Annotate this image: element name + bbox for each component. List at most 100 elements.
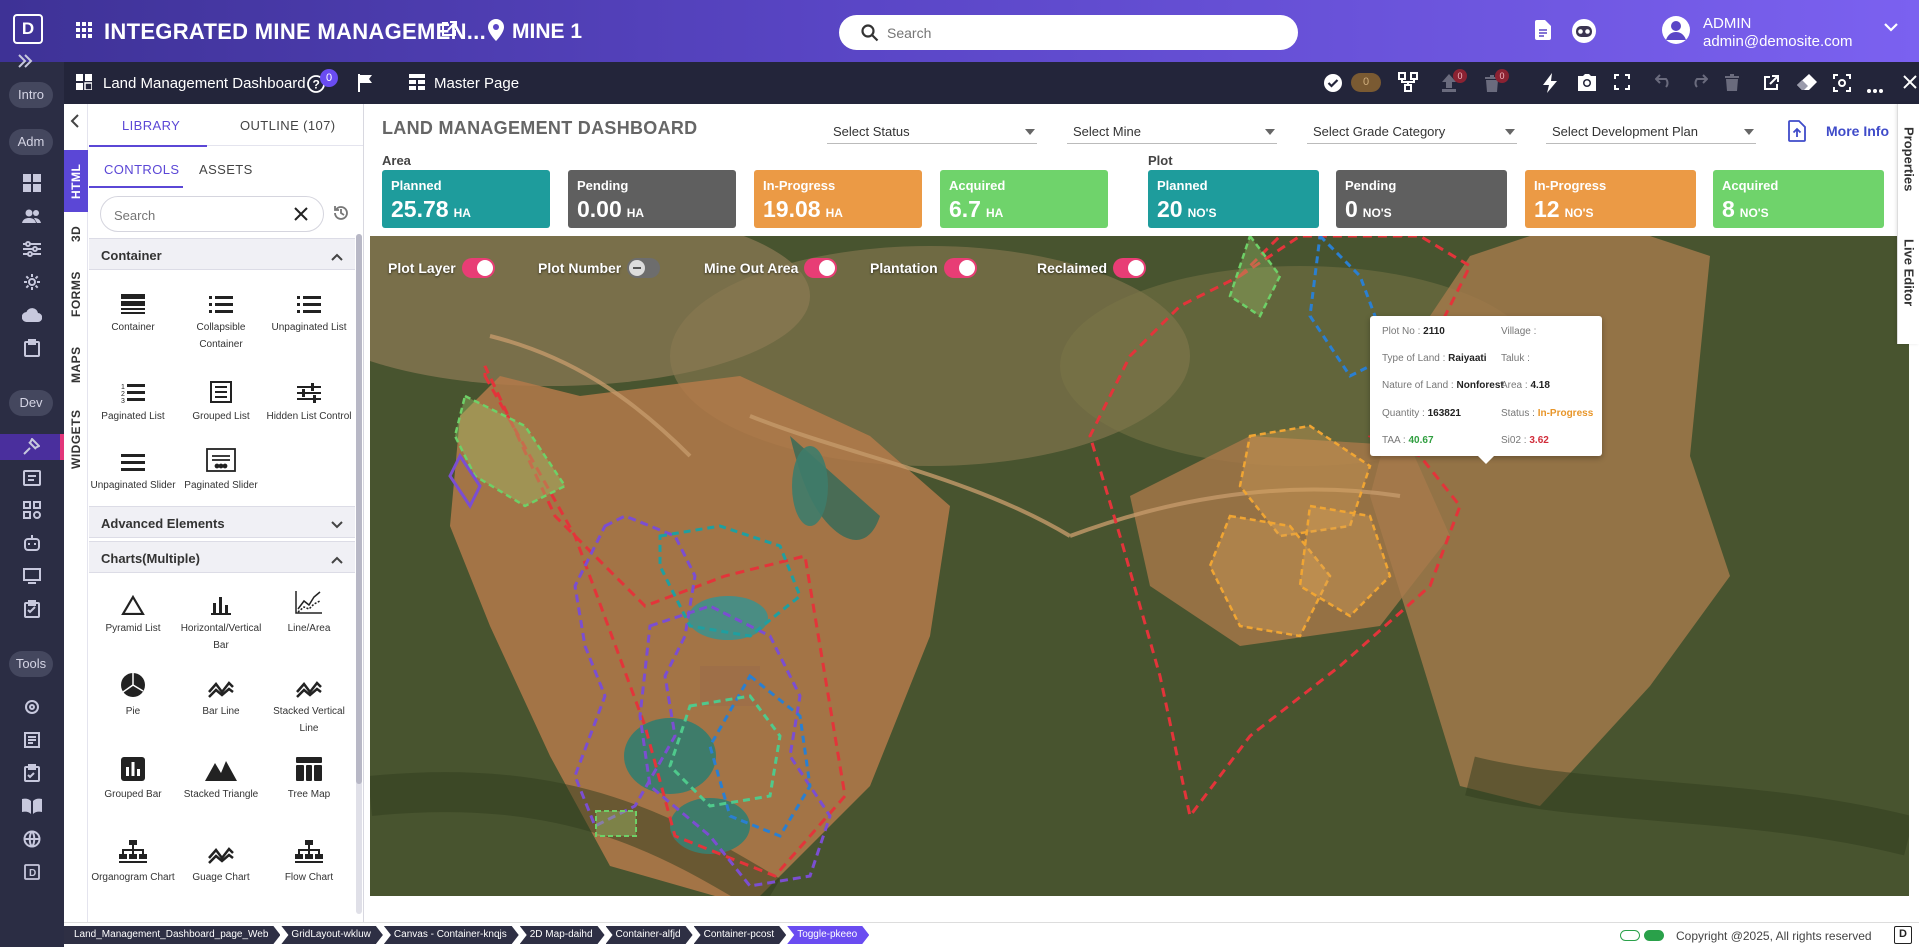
subtab-controls[interactable]: CONTROLS — [104, 162, 179, 177]
breadcrumb-item[interactable]: Land_Management_Dashboard_page_Web — [64, 926, 280, 944]
lib-item-hidden-list-control[interactable]: Hidden List Control — [265, 369, 353, 425]
redo-icon[interactable] — [1690, 74, 1709, 93]
layer-toggle-switch[interactable] — [943, 258, 977, 278]
section-container[interactable]: Container — [89, 238, 355, 270]
tab-library[interactable]: LIBRARY — [122, 118, 180, 133]
breadcrumb-item[interactable]: 2D Map-daihd — [520, 926, 605, 944]
lib-item-unpaginated-list[interactable]: Unpaginated List — [265, 280, 353, 336]
layer-toggle-switch[interactable] — [1113, 258, 1147, 278]
lib-item-paginated-list[interactable]: 123 Paginated List — [89, 369, 177, 425]
section-advanced[interactable]: Advanced Elements — [89, 506, 355, 538]
flag-icon[interactable] — [357, 74, 373, 97]
area-card-acquired[interactable]: Acquired 6.7 HA — [940, 170, 1108, 228]
chevron-up-icon[interactable] — [331, 551, 343, 569]
clear-search-icon[interactable] — [294, 207, 308, 226]
new-window-icon[interactable] — [1762, 74, 1780, 97]
layer-toggle-switch[interactable] — [461, 258, 495, 278]
document-icon[interactable] — [1535, 20, 1551, 45]
brand-d-icon[interactable]: D — [21, 861, 43, 883]
state-toggle[interactable]: 0 — [1351, 73, 1381, 92]
select-development-plan[interactable]: Select Development Plan — [1546, 116, 1756, 144]
chevron-down-icon[interactable] — [331, 516, 343, 534]
subtab-assets[interactable]: ASSETS — [199, 162, 253, 177]
more-options-icon[interactable] — [1867, 80, 1883, 98]
layer-toggle-switch[interactable] — [627, 258, 661, 278]
plot-card-pending[interactable]: Pending 0 NO'S — [1336, 170, 1507, 228]
lib-item-pie[interactable]: Pie — [89, 664, 177, 720]
breadcrumb-item[interactable]: Canvas - Container-knqjs — [384, 926, 519, 944]
clipboard-icon[interactable] — [21, 337, 43, 359]
expand-rail-icon[interactable] — [14, 50, 36, 72]
chevron-down-icon[interactable] — [1884, 20, 1898, 38]
select-grade-category[interactable]: Select Grade Category — [1307, 116, 1517, 144]
eraser-icon[interactable] — [1797, 74, 1817, 96]
plot-card-in-progress[interactable]: In-Progress 12 NO'S — [1525, 170, 1696, 228]
chevron-up-icon[interactable] — [331, 248, 343, 266]
breadcrumb-item[interactable]: Container-alfjd — [606, 926, 693, 944]
panel-scrollbar[interactable] — [356, 234, 362, 914]
more-info-link[interactable]: More Info — [1826, 123, 1889, 139]
select-status[interactable]: Select Status — [827, 116, 1037, 144]
camera-icon[interactable] — [1577, 74, 1597, 96]
layer-plantation[interactable]: Plantation — [870, 258, 977, 278]
lib-item-grouped-list[interactable]: Grouped List — [177, 369, 265, 425]
cloud-icon[interactable] — [21, 304, 43, 326]
lib-item-container[interactable]: Container — [89, 280, 177, 336]
global-search-input[interactable] — [887, 23, 1277, 43]
layer-reclaimed[interactable]: Reclaimed — [1037, 258, 1147, 278]
vtab-maps[interactable]: MAPS — [64, 334, 88, 396]
globe-icon[interactable] — [21, 828, 43, 850]
trash-icon[interactable] — [1725, 74, 1739, 96]
breadcrumb-item[interactable]: Container-pcost — [694, 926, 787, 944]
lib-item-stacked-vertical-line[interactable]: Stacked Vertical Line — [265, 664, 353, 737]
vtab-3d[interactable]: 3D — [64, 214, 88, 254]
users-icon[interactable] — [21, 205, 43, 227]
rail-active-item[interactable] — [0, 434, 64, 460]
target-icon[interactable] — [21, 696, 43, 718]
book-icon[interactable] — [21, 795, 43, 817]
master-page-link[interactable]: Master Page — [434, 75, 519, 92]
ai-icon[interactable] — [21, 532, 43, 554]
library-search[interactable] — [100, 196, 324, 232]
lib-item-organogram[interactable]: Organogram Chart — [89, 830, 177, 886]
lib-item-bar[interactable]: Horizontal/Vertical Bar — [177, 581, 265, 654]
open-external-icon[interactable] — [440, 20, 458, 43]
undo-icon[interactable] — [1654, 74, 1673, 93]
flash-icon[interactable] — [1541, 73, 1559, 98]
vtab-html[interactable]: HTML — [64, 150, 88, 212]
library-search-input[interactable] — [114, 206, 274, 224]
apps-grid-icon[interactable] — [76, 22, 92, 43]
lib-item-pyramid-list[interactable]: Pyramid List — [89, 581, 177, 637]
checklist-icon[interactable] — [21, 762, 43, 784]
tab-outline[interactable]: OUTLINE (107) — [240, 118, 336, 133]
app-logo[interactable]: D — [13, 14, 43, 44]
breadcrumb-item-active[interactable]: Toggle-pkeeo — [787, 926, 869, 944]
rail-dev[interactable]: Dev — [9, 390, 53, 416]
lib-item-stacked-triangle[interactable]: Stacked Triangle — [177, 747, 265, 803]
tab-live-editor[interactable]: Live Editor — [1898, 228, 1919, 318]
lib-item-collapsible-container[interactable]: Collapsible Container — [177, 280, 265, 353]
plot-card-acquired[interactable]: Acquired 8 NO'S — [1713, 170, 1884, 228]
collapse-panel-icon[interactable] — [70, 114, 80, 133]
area-card-planned[interactable]: Planned 25.78 HA — [382, 170, 550, 228]
lib-item-unpaginated-slider[interactable]: Unpaginated Slider — [89, 438, 177, 494]
layer-toggle-switch[interactable] — [804, 258, 838, 278]
layer-plot-number[interactable]: Plot Number — [538, 258, 661, 278]
vtab-widgets[interactable]: WIDGETS — [64, 398, 88, 480]
rail-adm[interactable]: Adm — [9, 129, 53, 155]
rail-intro[interactable]: Intro — [9, 82, 53, 108]
hierarchy-icon[interactable] — [1398, 72, 1418, 97]
lib-item-tree-map[interactable]: Tree Map — [265, 747, 353, 803]
plot-card-planned[interactable]: Planned 20 NO'S — [1148, 170, 1319, 228]
lib-item-line-area[interactable]: Line/Area — [265, 581, 353, 637]
close-icon[interactable] — [1903, 75, 1917, 94]
check-circle-icon[interactable] — [1323, 73, 1343, 98]
dashboard-grid-icon[interactable] — [21, 172, 43, 194]
panel-scroll-thumb[interactable] — [356, 234, 362, 784]
lib-item-gauge-chart[interactable]: Guage Chart — [177, 830, 265, 886]
reports-icon[interactable] — [21, 467, 43, 489]
history-icon[interactable] — [332, 204, 350, 227]
breadcrumb-item[interactable]: GridLayout-wkluw — [281, 926, 382, 944]
tab-properties[interactable]: Properties — [1898, 114, 1919, 204]
lib-item-grouped-bar[interactable]: Grouped Bar — [89, 747, 177, 803]
